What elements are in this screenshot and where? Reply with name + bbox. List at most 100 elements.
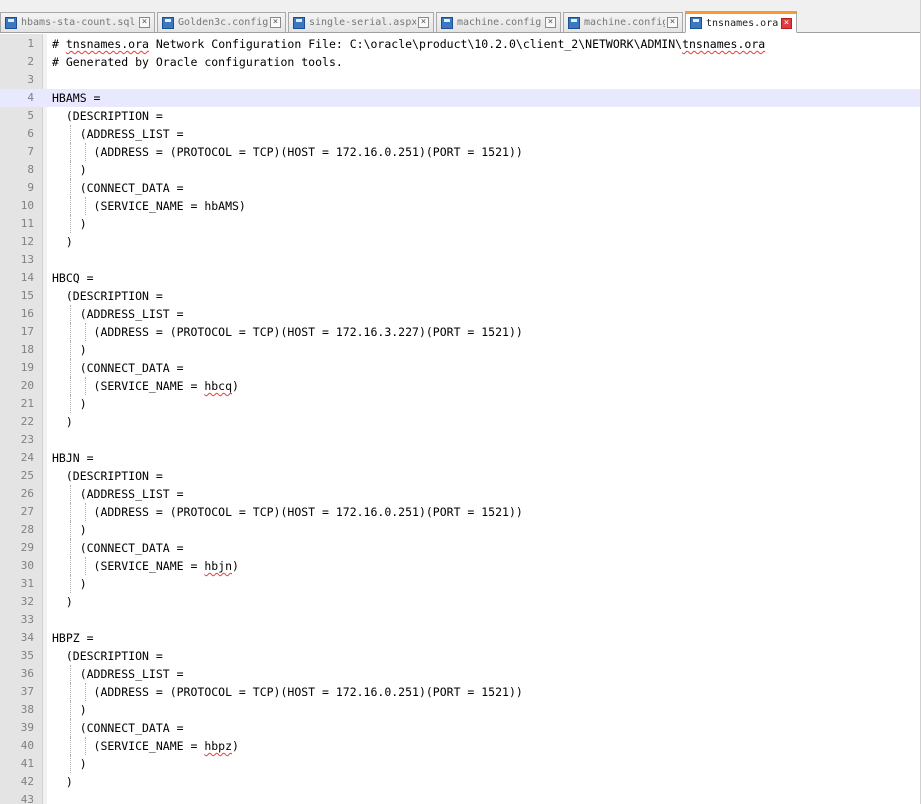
line-number: 4 xyxy=(27,91,34,104)
code-line[interactable]: 27 (ADDRESS = (PROTOCOL = TCP)(HOST = 17… xyxy=(0,503,921,521)
code-text: ) xyxy=(52,163,87,177)
line-number: 11 xyxy=(20,217,34,230)
code-text: HBJN = xyxy=(52,451,94,465)
code-line[interactable]: 3 xyxy=(0,71,921,89)
code-text: (CONNECT_DATA = xyxy=(52,541,184,555)
spellcheck-mark: hbpz xyxy=(204,739,233,753)
code-line[interactable]: 10 (SERVICE_NAME = hbAMS) xyxy=(0,197,921,215)
code-line[interactable]: 28 ) xyxy=(0,521,921,539)
code-text: ) xyxy=(52,217,87,231)
tab-label: tnsnames.ora xyxy=(706,17,779,29)
code-line[interactable]: 21 ) xyxy=(0,395,921,413)
line-number: 40 xyxy=(20,739,34,752)
code-text: ) xyxy=(52,415,73,429)
spellcheck-mark: hbjn xyxy=(204,559,233,573)
code-line[interactable]: 35 (DESCRIPTION = xyxy=(0,647,921,665)
tab-tnsnames-ora[interactable]: tnsnames.ora × xyxy=(685,11,797,33)
code-text: (ADDRESS = (PROTOCOL = TCP)(HOST = 172.1… xyxy=(52,505,523,519)
line-number: 25 xyxy=(20,469,34,482)
code-line[interactable]: 13 xyxy=(0,251,921,269)
code-line[interactable]: 37 (ADDRESS = (PROTOCOL = TCP)(HOST = 17… xyxy=(0,683,921,701)
spellcheck-mark: hbcq xyxy=(204,379,233,393)
close-icon[interactable]: × xyxy=(418,17,429,28)
code-line[interactable]: 19 (CONNECT_DATA = xyxy=(0,359,921,377)
saved-file-icon xyxy=(5,16,17,29)
code-line[interactable]: 1 # tnsnames.ora Network Configuration Fi… xyxy=(0,35,921,53)
code-line[interactable]: 25 (DESCRIPTION = xyxy=(0,467,921,485)
saved-file-icon xyxy=(568,16,580,29)
code-line[interactable]: 40 (SERVICE_NAME = hbpz) xyxy=(0,737,921,755)
code-text: ) xyxy=(52,235,73,249)
code-line[interactable]: 22 ) xyxy=(0,413,921,431)
close-icon[interactable]: × xyxy=(545,17,556,28)
editor-area[interactable]: 1 # tnsnames.ora Network Configuration Fi… xyxy=(0,34,921,804)
code-line[interactable]: 16 (ADDRESS_LIST = xyxy=(0,305,921,323)
code-line[interactable]: 38 ) xyxy=(0,701,921,719)
code-line[interactable]: 12 ) xyxy=(0,233,921,251)
code-text: ) xyxy=(52,595,73,609)
line-number: 36 xyxy=(20,667,34,680)
saved-file-icon xyxy=(293,16,305,29)
code-text: (ADDRESS = (PROTOCOL = TCP)(HOST = 172.1… xyxy=(52,325,523,339)
code-line[interactable]: 9 (CONNECT_DATA = xyxy=(0,179,921,197)
line-number: 17 xyxy=(20,325,34,338)
line-number: 8 xyxy=(27,163,34,176)
line-number: 20 xyxy=(20,379,34,392)
code-line[interactable]: 20 (SERVICE_NAME = hbcq) xyxy=(0,377,921,395)
tab-machine-config-1[interactable]: machine.config × xyxy=(436,12,561,32)
code-line[interactable]: 5 (DESCRIPTION = xyxy=(0,107,921,125)
line-number: 43 xyxy=(20,793,34,804)
close-icon[interactable]: × xyxy=(781,17,792,29)
code-line[interactable]: 24 HBJN = xyxy=(0,449,921,467)
tab-label: machine.config xyxy=(584,17,665,28)
line-number: 14 xyxy=(20,271,34,284)
code-text: (ADDRESS_LIST = xyxy=(52,487,184,501)
code-text: ) xyxy=(52,703,87,717)
saved-file-icon xyxy=(441,16,453,29)
code-line[interactable]: 32 ) xyxy=(0,593,921,611)
line-number: 29 xyxy=(20,541,34,554)
code-line[interactable]: 30 (SERVICE_NAME = hbjn) xyxy=(0,557,921,575)
code-line[interactable]: 34 HBPZ = xyxy=(0,629,921,647)
code-text: (DESCRIPTION = xyxy=(52,109,163,123)
code-line[interactable]: 6 (ADDRESS_LIST = xyxy=(0,125,921,143)
line-number: 34 xyxy=(20,631,34,644)
code-line[interactable]: 15 (DESCRIPTION = xyxy=(0,287,921,305)
code-line[interactable]: 14 HBCQ = xyxy=(0,269,921,287)
code-line[interactable]: 11 ) xyxy=(0,215,921,233)
code-line[interactable]: 17 (ADDRESS = (PROTOCOL = TCP)(HOST = 17… xyxy=(0,323,921,341)
code-text: (ADDRESS_LIST = xyxy=(52,127,184,141)
close-icon[interactable]: × xyxy=(667,17,678,28)
line-number: 10 xyxy=(20,199,34,212)
line-number: 21 xyxy=(20,397,34,410)
code-line[interactable]: 41 ) xyxy=(0,755,921,773)
code-line[interactable]: 26 (ADDRESS_LIST = xyxy=(0,485,921,503)
code-line[interactable]: 8 ) xyxy=(0,161,921,179)
code-text: (SERVICE_NAME = hbpz) xyxy=(52,739,239,753)
line-number: 24 xyxy=(20,451,34,464)
code-text: ) xyxy=(52,577,87,591)
code-line[interactable]: 4 HBAMS = xyxy=(0,89,921,107)
close-icon[interactable]: × xyxy=(139,17,150,28)
code-line[interactable]: 42 ) xyxy=(0,773,921,791)
code-line[interactable]: 29 (CONNECT_DATA = xyxy=(0,539,921,557)
line-number: 42 xyxy=(20,775,34,788)
code-line[interactable]: 39 (CONNECT_DATA = xyxy=(0,719,921,737)
code-line[interactable]: 23 xyxy=(0,431,921,449)
line-number: 27 xyxy=(20,505,34,518)
code-line[interactable]: 31 ) xyxy=(0,575,921,593)
tab-single-serial[interactable]: single-serial.aspx × xyxy=(288,12,434,32)
code-text: ) xyxy=(52,757,87,771)
code-line[interactable]: 36 (ADDRESS_LIST = xyxy=(0,665,921,683)
tab-label: single-serial.aspx xyxy=(309,17,416,28)
tab-label: machine.config xyxy=(457,17,542,28)
code-line[interactable]: 2 # Generated by Oracle configuration too… xyxy=(0,53,921,71)
tab-machine-config-2[interactable]: machine.config × xyxy=(563,12,683,32)
code-line[interactable]: 18 ) xyxy=(0,341,921,359)
code-line[interactable]: 7 (ADDRESS = (PROTOCOL = TCP)(HOST = 172… xyxy=(0,143,921,161)
tab-golden3c-config[interactable]: Golden3c.config × xyxy=(157,12,286,32)
close-icon[interactable]: × xyxy=(270,17,281,28)
code-line[interactable]: 33 xyxy=(0,611,921,629)
code-line[interactable]: 43 xyxy=(0,791,921,804)
tab-hbams-sta-count[interactable]: hbams-sta-count.sql × xyxy=(0,12,155,32)
